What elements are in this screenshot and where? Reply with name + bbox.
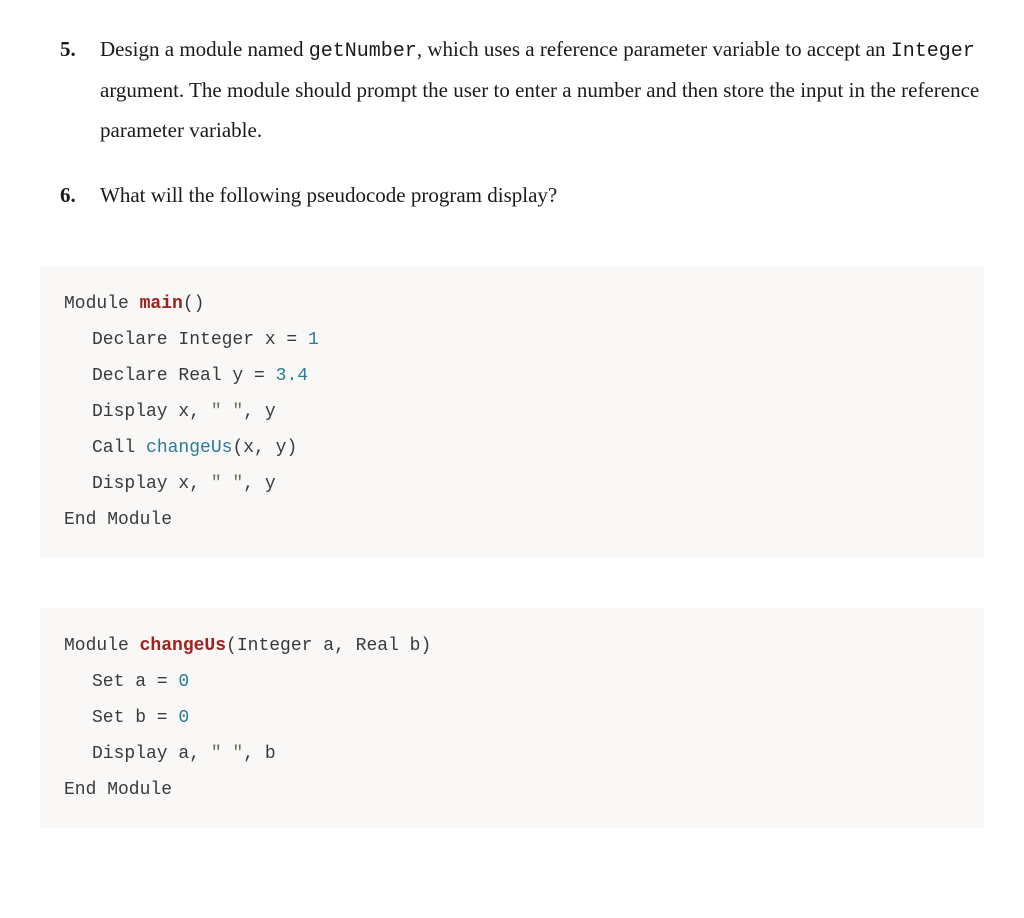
code-line: End Module	[64, 502, 960, 538]
text-part: argument. The module should prompt the u…	[100, 78, 979, 142]
code-text: Display a,	[92, 744, 211, 764]
code-text: ()	[183, 294, 205, 314]
code-string: " "	[211, 402, 243, 422]
code-text: End Module	[64, 780, 172, 800]
question-5: 5. Design a module named getNumber, whic…	[100, 30, 984, 151]
code-text: Set a =	[92, 672, 178, 692]
code-line: Declare Real y = 3.4	[64, 358, 960, 394]
code-text: , y	[243, 474, 275, 494]
question-6-text: What will the following pseudocode progr…	[100, 183, 557, 207]
text-part: , which uses a reference parameter varia…	[417, 37, 891, 61]
code-number: 0	[178, 708, 189, 728]
code-line: Display x, " ", y	[64, 466, 960, 502]
code-text: Display x,	[92, 402, 211, 422]
code-text: , y	[243, 402, 275, 422]
code-text: Call	[92, 438, 146, 458]
code-block-main: Module main() Declare Integer x = 1 Decl…	[40, 266, 984, 558]
question-6: 6. What will the following pseudocode pr…	[100, 176, 984, 216]
code-keyword-main: main	[140, 294, 183, 314]
code-line: Module main()	[64, 286, 960, 322]
code-line: Module changeUs(Integer a, Real b)	[64, 628, 960, 664]
code-number: 1	[308, 330, 319, 350]
code-text: End Module	[64, 510, 172, 530]
code-number: 0	[178, 672, 189, 692]
code-text: (x, y)	[232, 438, 297, 458]
code-text: Module	[64, 636, 140, 656]
code-line: Call changeUs(x, y)	[64, 430, 960, 466]
code-Integer: Integer	[891, 40, 975, 63]
code-text: Set b =	[92, 708, 178, 728]
question-5-text: Design a module named getNumber, which u…	[100, 37, 979, 142]
code-string: " "	[211, 744, 243, 764]
code-line: Display x, " ", y	[64, 394, 960, 430]
question-number-5: 5.	[60, 30, 76, 70]
code-line: Declare Integer x = 1	[64, 322, 960, 358]
code-line: Set a = 0	[64, 664, 960, 700]
code-line: Set b = 0	[64, 700, 960, 736]
code-text: Declare Real y =	[92, 366, 276, 386]
code-text: Display x,	[92, 474, 211, 494]
question-number-6: 6.	[60, 176, 76, 216]
code-text: (Integer a, Real b)	[226, 636, 431, 656]
question-list: 5. Design a module named getNumber, whic…	[40, 30, 984, 216]
code-function: changeUs	[146, 438, 232, 458]
code-line: Display a, " ", b	[64, 736, 960, 772]
text-part: What will the following pseudocode progr…	[100, 183, 557, 207]
text-part: Design a module named	[100, 37, 309, 61]
code-line: End Module	[64, 772, 960, 808]
code-getNumber: getNumber	[309, 40, 417, 63]
code-block-changeUs: Module changeUs(Integer a, Real b) Set a…	[40, 608, 984, 828]
code-number: 3.4	[276, 366, 308, 386]
code-text: Module	[64, 294, 140, 314]
code-keyword-changeUs: changeUs	[140, 636, 226, 656]
code-text: Declare Integer x =	[92, 330, 308, 350]
code-string: " "	[211, 474, 243, 494]
code-text: , b	[243, 744, 275, 764]
